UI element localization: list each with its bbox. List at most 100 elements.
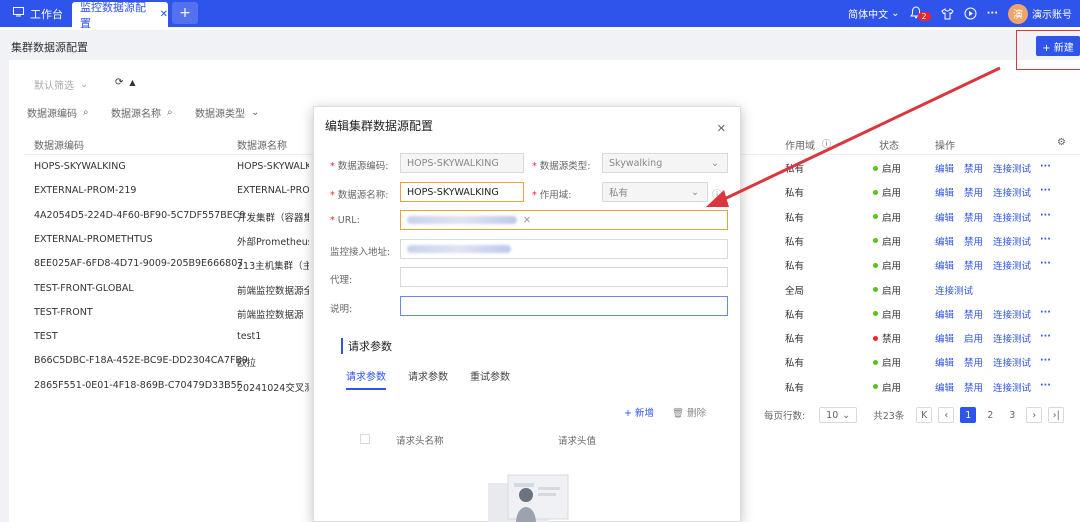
shirt-icon[interactable]	[940, 7, 954, 20]
row-action-button[interactable]: 编辑	[935, 210, 954, 224]
page-1[interactable]: 1	[960, 407, 977, 423]
user-menu[interactable]: 演 演示账号	[1008, 3, 1072, 24]
row-actions: 编辑 禁用 连接测试	[935, 185, 1031, 199]
more-actions-icon[interactable]: ···	[1040, 234, 1051, 245]
more-actions-icon[interactable]: ···	[1040, 258, 1051, 269]
last-page-button[interactable]: ›|	[1048, 407, 1065, 423]
row-action-button[interactable]: 编辑	[935, 258, 954, 272]
notification-button[interactable]: 2	[909, 5, 931, 22]
status-dot	[873, 359, 878, 365]
desc-input[interactable]	[400, 296, 728, 316]
tab-monitor-datasource[interactable]: 监控数据源配置 ✕	[72, 1, 168, 30]
caret-up-icon[interactable]: ▲	[129, 78, 135, 87]
cell-scope: 私有	[785, 309, 805, 321]
prev-page-button[interactable]: ‹	[938, 407, 955, 423]
row-action-button[interactable]: 禁用	[964, 380, 983, 394]
select-all-checkbox[interactable]	[360, 434, 370, 444]
tab-retry-params[interactable]: 重试参数	[470, 368, 510, 390]
cell-name: 213主机集群（主机	[237, 261, 309, 273]
default-filter-select[interactable]: 默认筛选 ⌄	[34, 77, 88, 92]
more-actions-icon[interactable]: ···	[1040, 355, 1051, 366]
row-actions: 编辑 禁用 连接测试	[935, 307, 1031, 321]
more-actions-icon[interactable]: ···	[1040, 210, 1051, 221]
row-action-button[interactable]: 编辑	[935, 185, 954, 199]
close-tab-icon[interactable]: ✕	[160, 9, 168, 20]
row-action-button[interactable]: 连接测试	[993, 185, 1031, 199]
play-icon[interactable]	[964, 7, 977, 20]
more-actions-icon[interactable]: ···	[1040, 307, 1051, 318]
trash-icon: 🗑	[672, 408, 685, 419]
tab-workbench-label: 工作台	[30, 7, 63, 21]
settings-icon[interactable]: ⚙	[1057, 137, 1066, 148]
close-icon[interactable]: ✕	[717, 122, 726, 135]
row-action-button[interactable]: 连接测试	[993, 307, 1031, 321]
more-actions-icon[interactable]: ···	[1040, 331, 1051, 342]
language-select[interactable]: 简体中文 ⌄	[848, 6, 899, 21]
row-action-button[interactable]: 编辑	[935, 380, 954, 394]
monitor-addr-input[interactable]	[400, 239, 728, 259]
empty-illustration	[486, 473, 570, 522]
add-header-button[interactable]: + 新增	[624, 405, 654, 419]
status-badge: 启用	[873, 210, 901, 224]
page-2[interactable]: 2	[982, 407, 998, 423]
delete-header-button[interactable]: 🗑 删除	[672, 405, 706, 419]
filter-name[interactable]: 数据源名称 ⌕	[111, 105, 173, 120]
cell-name: HOPS-SKYWALKING	[237, 161, 309, 172]
filter-type[interactable]: 数据源类型 ⌄	[195, 105, 259, 120]
row-action-button[interactable]: 禁用	[964, 258, 983, 272]
status-badge: 启用	[873, 161, 901, 175]
top-bar: 工作台 监控数据源配置 ✕ + 简体中文 ⌄ 2 ··· 演 演示账号	[0, 0, 1080, 30]
row-action-button[interactable]: 禁用	[964, 355, 983, 369]
row-action-button[interactable]: 禁用	[964, 161, 983, 175]
refresh-icon[interactable]: ⟳	[115, 77, 123, 88]
type-select[interactable]: Skywalking ⌄	[602, 153, 728, 173]
page-size-select[interactable]: 10 ⌄	[819, 407, 858, 423]
row-action-button[interactable]: 启用	[964, 331, 983, 345]
more-actions-icon[interactable]: ···	[1040, 185, 1051, 196]
add-tab-button[interactable]: +	[172, 2, 198, 24]
tab-request-params[interactable]: 请求参数	[346, 368, 386, 390]
more-icon[interactable]: ···	[987, 8, 998, 19]
cell-name: 前端监控数据源	[237, 309, 304, 321]
row-action-button[interactable]: 禁用	[964, 185, 983, 199]
help-icon[interactable]: ⓘ	[822, 137, 831, 150]
tab-workbench[interactable]: 工作台	[5, 0, 69, 27]
filter-code[interactable]: 数据源编码 ⌕	[27, 105, 89, 120]
notification-badge: 2	[917, 12, 931, 21]
row-action-button[interactable]: 编辑	[935, 355, 954, 369]
row-action-button[interactable]: 禁用	[964, 210, 983, 224]
row-action-button[interactable]: 编辑	[935, 307, 954, 321]
more-actions-icon[interactable]: ···	[1040, 161, 1051, 172]
row-action-button[interactable]: 连接测试	[993, 258, 1031, 272]
tab-request-params-2[interactable]: 请求参数	[408, 368, 448, 390]
help-icon[interactable]: ⓘ	[712, 186, 722, 201]
row-action-button[interactable]: 连接测试	[935, 283, 973, 297]
code-input[interactable]: HOPS-SKYWALKING	[400, 153, 524, 173]
row-action-button[interactable]: 禁用	[964, 234, 983, 248]
url-input[interactable]: ✕	[400, 210, 728, 230]
scope-select[interactable]: 私有 ⌄	[602, 182, 708, 202]
row-action-button[interactable]: 连接测试	[993, 234, 1031, 248]
next-page-button[interactable]: ›	[1026, 407, 1043, 423]
row-action-button[interactable]: 连接测试	[993, 210, 1031, 224]
first-page-button[interactable]: K	[916, 407, 933, 423]
cell-scope: 全局	[785, 285, 805, 297]
row-actions: 编辑 启用 连接测试	[935, 331, 1031, 345]
row-action-button[interactable]: 连接测试	[993, 380, 1031, 394]
cell-code: 8EE025AF-6FD8-4D71-9009-205B9E666807	[34, 258, 244, 270]
status-dot	[873, 238, 878, 244]
row-action-button[interactable]: 连接测试	[993, 161, 1031, 175]
proxy-input[interactable]	[400, 267, 728, 287]
name-input[interactable]: HOPS-SKYWALKING	[400, 182, 524, 202]
row-action-button[interactable]: 编辑	[935, 161, 954, 175]
row-action-button[interactable]: 连接测试	[993, 355, 1031, 369]
row-action-button[interactable]: 编辑	[935, 234, 954, 248]
cell-name: 20241024交叉测试	[237, 382, 309, 394]
page-3[interactable]: 3	[1004, 407, 1020, 423]
status-dot	[873, 287, 878, 292]
more-actions-icon[interactable]: ···	[1040, 380, 1051, 391]
row-action-button[interactable]: 禁用	[964, 307, 983, 321]
row-action-button[interactable]: 编辑	[935, 331, 954, 345]
row-action-button[interactable]: 连接测试	[993, 331, 1031, 345]
status-dot	[873, 189, 878, 195]
